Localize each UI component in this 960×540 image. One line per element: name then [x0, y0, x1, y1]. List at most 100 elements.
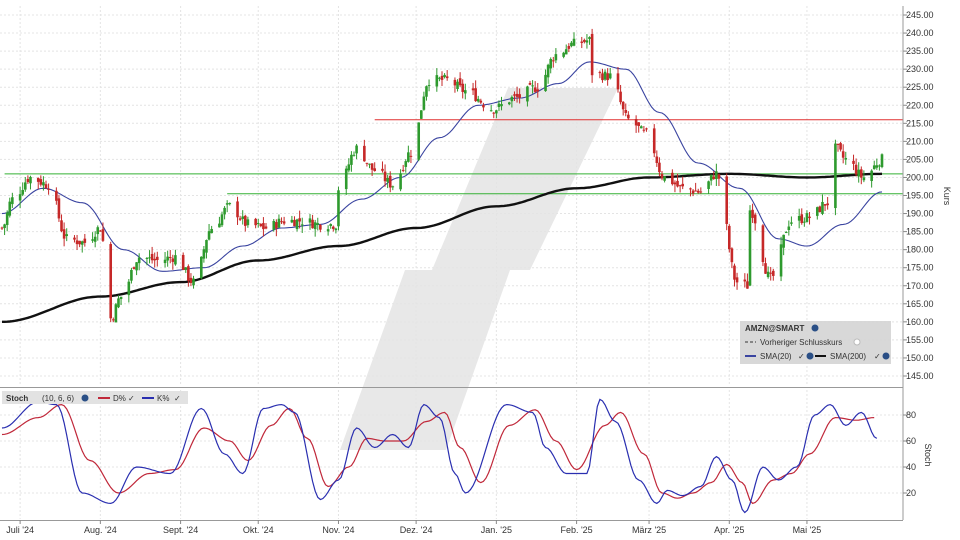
stoch-tick-label: 60	[906, 436, 916, 446]
candle-body	[870, 170, 873, 181]
candle-body	[114, 304, 118, 323]
candle-body	[730, 248, 734, 263]
candle-body	[497, 103, 501, 108]
candle-body	[205, 240, 208, 253]
candle-body	[99, 230, 102, 232]
candle-body	[11, 197, 14, 205]
settings-globe-icon[interactable]	[806, 352, 814, 360]
candle-body	[264, 226, 268, 229]
candle-body	[655, 156, 659, 163]
candle-body	[5, 212, 9, 226]
candle-body	[748, 210, 752, 286]
candle-body	[329, 224, 333, 226]
candle-body	[608, 73, 612, 79]
price-tick-label: 195.00	[906, 191, 934, 201]
price-tick-label: 225.00	[906, 82, 934, 92]
candle-body	[93, 236, 97, 242]
candle-body	[277, 218, 281, 228]
price-tick-label: 245.00	[906, 10, 934, 20]
candle-body	[544, 74, 547, 92]
candle-body	[518, 94, 521, 98]
candle-body	[127, 281, 131, 296]
candle-body	[316, 223, 320, 225]
candle-body	[26, 178, 30, 183]
candle-body	[117, 298, 120, 308]
candle-body	[101, 229, 105, 241]
candle-body	[826, 203, 829, 206]
candle-body	[479, 100, 483, 103]
candle-body	[18, 194, 22, 201]
stoch-legend: Stoch (10, 6, 6) D% ✓ K% ✓	[2, 391, 188, 404]
candle-body	[386, 177, 389, 182]
candle-body	[717, 174, 721, 179]
candle-body	[337, 190, 340, 227]
settings-globe-icon[interactable]	[81, 394, 89, 402]
candle-body	[790, 222, 793, 224]
price-tick-label: 160.00	[906, 317, 934, 327]
candle-body	[130, 269, 133, 281]
candle-body	[236, 201, 239, 218]
candle-body	[492, 112, 496, 114]
candle-body	[671, 172, 674, 185]
candle-body	[326, 229, 330, 232]
candle-body	[62, 229, 66, 239]
stoch-axis-label: Stoch	[923, 443, 933, 466]
candle-body	[256, 223, 260, 225]
candle-body	[57, 198, 61, 219]
candle-body	[712, 176, 716, 179]
price-tick-label: 170.00	[906, 281, 934, 291]
stoch-tick-label: 20	[906, 488, 916, 498]
time-tick-label: Feb. '25	[560, 525, 592, 535]
candle-body	[463, 90, 467, 94]
candle-body	[243, 215, 247, 226]
candle-body	[652, 128, 656, 154]
candle-body	[784, 231, 788, 233]
check-icon[interactable]: ✓	[174, 394, 181, 403]
candle-body	[422, 96, 426, 110]
symbol-globe-icon[interactable]	[811, 324, 819, 332]
price-tick-label: 220.00	[906, 100, 934, 110]
candle-body	[567, 45, 571, 49]
legend-sma20: SMA(20)	[760, 352, 792, 361]
candle-body	[383, 171, 387, 182]
candle-body	[707, 181, 710, 189]
check-icon[interactable]: ✓	[798, 352, 805, 361]
candle-body	[852, 160, 855, 164]
candle-body	[533, 87, 537, 92]
check-icon[interactable]: ✓	[128, 394, 135, 403]
candle-body	[818, 206, 822, 213]
price-tick-label: 155.00	[906, 335, 934, 345]
legend-prev-close: Vorheriger Schlusskurs	[760, 338, 842, 347]
candle-body	[691, 190, 695, 194]
candle-body	[220, 214, 224, 226]
candle-body	[476, 98, 480, 102]
candle-body	[331, 226, 335, 229]
candle-body	[254, 218, 257, 226]
candle-body	[572, 38, 576, 46]
candle-body	[782, 234, 785, 248]
candle-body	[590, 33, 594, 76]
candle-body	[803, 221, 806, 223]
candle-body	[474, 88, 477, 102]
candle-body	[440, 75, 444, 80]
price-tick-label: 210.00	[906, 136, 934, 146]
candle-body	[639, 126, 643, 129]
candle-body	[621, 101, 625, 110]
candle-body	[363, 145, 366, 162]
candle-body	[709, 174, 713, 181]
candle-body	[238, 218, 242, 220]
toggle-circle-icon[interactable]	[853, 338, 861, 346]
candle-body	[36, 178, 40, 182]
stock-chart: 245.00 240.00 235.00 230.00 225.00 220.00 215.…	[0, 6, 952, 535]
legend-sma200: SMA(200)	[830, 352, 866, 361]
candle-body	[583, 39, 586, 42]
candle-body	[65, 234, 69, 237]
candle-body	[562, 52, 565, 57]
candle-body	[839, 143, 842, 150]
settings-globe-icon[interactable]	[882, 352, 890, 360]
candle-body	[425, 86, 428, 97]
candle-body	[733, 265, 736, 280]
check-icon[interactable]: ✓	[874, 352, 881, 361]
candle-body	[381, 168, 384, 171]
candle-body	[109, 244, 113, 319]
